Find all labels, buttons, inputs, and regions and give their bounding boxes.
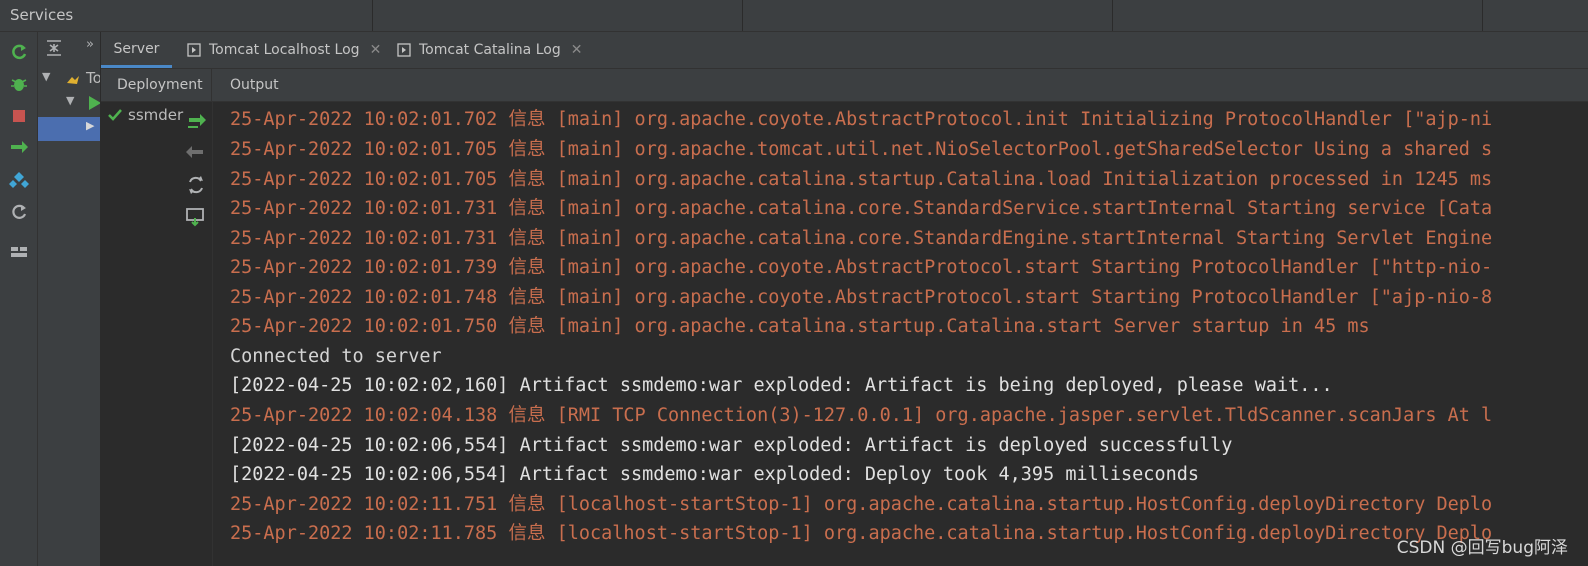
log-line: 25-Apr-2022 10:02:01.731 信息 [main] org.a… xyxy=(230,198,1493,219)
more-chevron-icon[interactable]: » xyxy=(86,37,94,52)
deploy-artifact-icon[interactable] xyxy=(185,110,207,132)
tree-item-label: To xyxy=(86,69,101,87)
log-line: Connected to server xyxy=(230,346,442,367)
log-line: 25-Apr-2022 10:02:01.739 信息 [main] org.a… xyxy=(230,257,1493,278)
tab-label: Tomcat Catalina Log xyxy=(419,42,561,58)
debug-icon[interactable] xyxy=(9,74,29,94)
log-file-icon xyxy=(397,43,411,57)
check-icon xyxy=(108,109,122,121)
rerun-icon[interactable] xyxy=(9,42,29,62)
undeploy-icon[interactable] xyxy=(185,142,207,164)
titlebar-divider xyxy=(1482,0,1483,31)
layout-icon[interactable] xyxy=(9,242,29,262)
log-line: 25-Apr-2022 10:02:11.785 信息 [localhost-s… xyxy=(230,523,1493,544)
output-console[interactable]: 25-Apr-2022 10:02:01.702 信息 [main] org.a… xyxy=(213,102,1588,566)
titlebar-divider xyxy=(1112,0,1113,31)
log-line: 25-Apr-2022 10:02:01.748 信息 [main] org.a… xyxy=(230,287,1493,308)
tree-toolbar: » xyxy=(38,32,100,62)
log-line: 25-Apr-2022 10:02:01.750 信息 [main] org.a… xyxy=(230,316,1370,337)
log-line: 25-Apr-2022 10:02:11.751 信息 [localhost-s… xyxy=(230,494,1493,515)
deployment-label: ssmder xyxy=(128,106,184,124)
update-icon[interactable] xyxy=(185,174,207,196)
log-line: 25-Apr-2022 10:02:01.731 信息 [main] org.a… xyxy=(230,228,1493,249)
expand-arrow-icon[interactable]: ▼ xyxy=(66,94,74,107)
services-toolbar xyxy=(0,32,38,566)
output-header: Output xyxy=(230,77,279,93)
tree-item-tomcat[interactable]: ▼ To xyxy=(38,68,100,92)
refresh-icon[interactable] xyxy=(9,202,29,222)
log-file-icon xyxy=(187,43,201,57)
tab-server[interactable]: Server xyxy=(101,32,172,68)
header-divider xyxy=(211,69,212,101)
services-titlebar: Services xyxy=(0,0,1588,32)
artifacts-icon[interactable] xyxy=(9,170,29,190)
open-browser-icon[interactable] xyxy=(185,206,207,228)
close-tab-icon[interactable]: ✕ xyxy=(571,42,583,58)
services-tree: » ▼ To ▼ ▶ xyxy=(38,32,101,566)
deployment-header: Deployment xyxy=(117,77,203,93)
tab-label: Server xyxy=(113,40,160,57)
tree-item-deployment[interactable]: ▶ xyxy=(38,117,100,141)
stop-icon[interactable] xyxy=(9,106,29,126)
tab-tomcat-localhost-log[interactable]: Tomcat Localhost Log ✕ xyxy=(187,32,381,68)
tab-bar: Server Tomcat Localhost Log ✕ Tomcat Cat… xyxy=(101,32,1588,69)
titlebar-divider xyxy=(372,0,373,31)
tab-label: Tomcat Localhost Log xyxy=(209,42,360,58)
deployment-item[interactable]: ssmder xyxy=(108,106,183,124)
running-icon xyxy=(89,96,100,110)
panel-headers: Deployment Output xyxy=(101,69,1588,102)
log-line: 25-Apr-2022 10:02:04.138 信息 [RMI TCP Con… xyxy=(230,405,1493,426)
tab-tomcat-catalina-log[interactable]: Tomcat Catalina Log ✕ xyxy=(397,32,582,68)
log-line: [2022-04-25 10:02:02,160] Artifact ssmde… xyxy=(230,375,1333,396)
log-line: 25-Apr-2022 10:02:01.702 信息 [main] org.a… xyxy=(230,109,1493,130)
titlebar-divider xyxy=(742,0,743,31)
window-title: Services xyxy=(10,6,74,24)
collapse-all-icon[interactable] xyxy=(45,39,63,57)
log-line: 25-Apr-2022 10:02:01.705 信息 [main] org.a… xyxy=(230,139,1493,160)
log-line: 25-Apr-2022 10:02:01.705 信息 [main] org.a… xyxy=(230,169,1493,190)
log-line: [2022-04-25 10:02:06,554] Artifact ssmde… xyxy=(230,464,1200,485)
log-line: [2022-04-25 10:02:06,554] Artifact ssmde… xyxy=(230,435,1233,456)
expand-arrow-icon[interactable]: ▼ xyxy=(42,70,50,83)
tree-item-server[interactable]: ▼ xyxy=(38,92,100,116)
close-tab-icon[interactable]: ✕ xyxy=(370,42,382,58)
tomcat-icon xyxy=(67,76,79,84)
expand-arrow-icon[interactable]: ▶ xyxy=(86,119,94,132)
deploy-icon[interactable] xyxy=(9,138,29,158)
watermark: CSDN @回写bug阿泽 xyxy=(1396,538,1568,558)
